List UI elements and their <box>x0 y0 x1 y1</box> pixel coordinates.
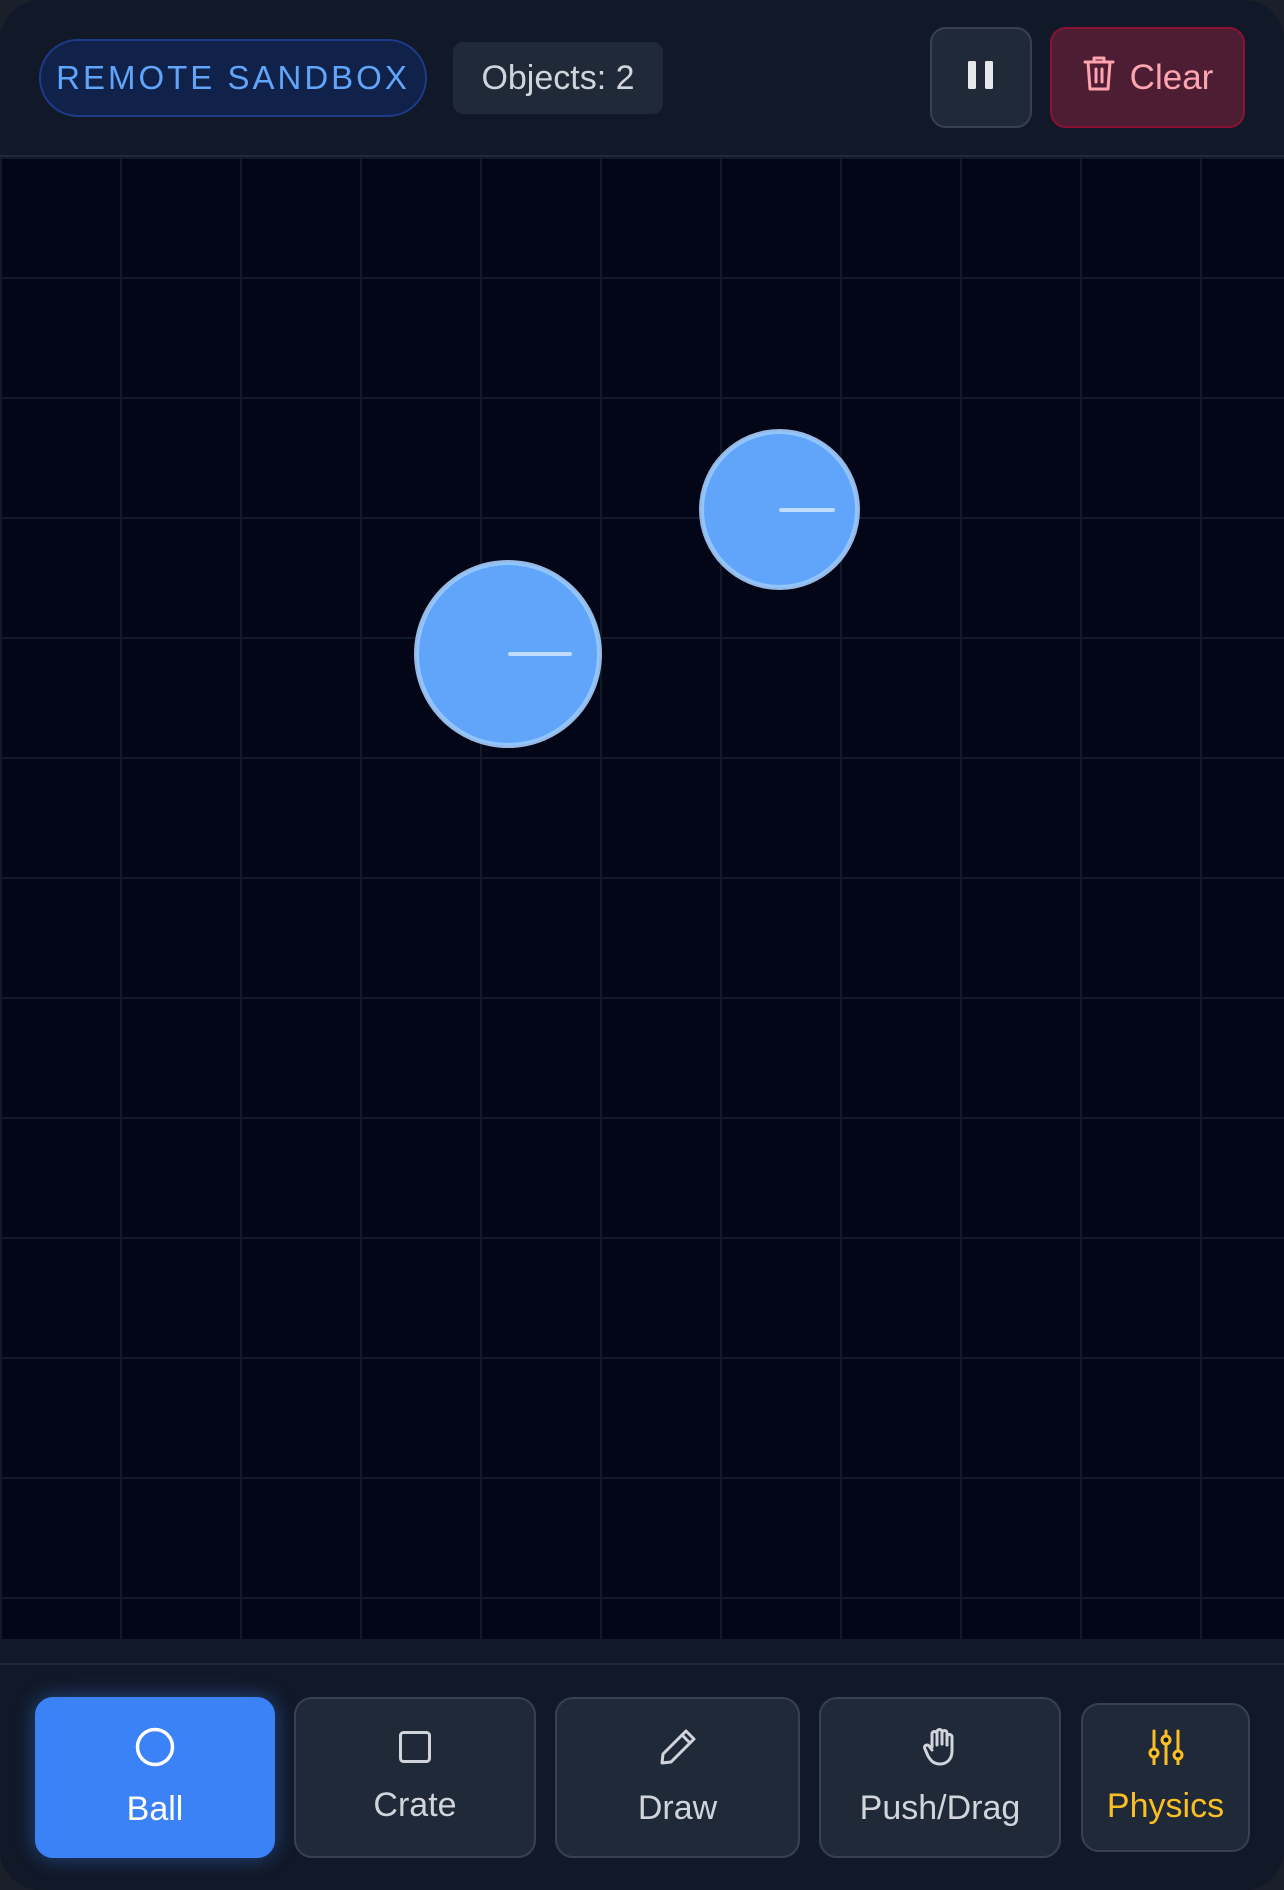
ball-object[interactable] <box>416 562 600 746</box>
pause-icon <box>968 59 994 96</box>
sliders-icon <box>1147 1729 1185 1765</box>
tool-push-drag-label: Push/Drag <box>859 1789 1021 1827</box>
tool-bar: Ball Crate Draw Push/Drag Physics <box>0 1663 1284 1890</box>
hand-icon <box>921 1727 959 1767</box>
pause-button[interactable] <box>930 27 1032 128</box>
clear-button[interactable]: Clear <box>1050 27 1245 128</box>
clear-label: Clear <box>1129 57 1214 97</box>
sandbox-app: REMOTE SANDBOX Objects: 2 Clear Ball Cra… <box>0 0 1284 1890</box>
tool-ball-button[interactable]: Ball <box>35 1697 275 1858</box>
square-icon <box>398 1730 432 1764</box>
trash-icon <box>1082 54 1116 101</box>
physics-canvas[interactable] <box>0 157 1284 1639</box>
tool-ball-label: Ball <box>126 1790 184 1828</box>
top-bar: REMOTE SANDBOX Objects: 2 Clear <box>0 0 1284 157</box>
tool-crate-button[interactable]: Crate <box>294 1697 536 1858</box>
tool-crate-label: Crate <box>373 1786 457 1824</box>
objects-counter: Objects: 2 <box>453 42 663 114</box>
pencil-icon <box>658 1727 698 1767</box>
tool-draw-label: Draw <box>637 1789 718 1827</box>
tool-push-drag-button[interactable]: Push/Drag <box>819 1697 1061 1858</box>
tool-physics-label: Physics <box>1106 1787 1225 1825</box>
tool-draw-button[interactable]: Draw <box>555 1697 800 1858</box>
mode-badge: REMOTE SANDBOX <box>39 39 427 117</box>
ball-object[interactable] <box>701 431 858 588</box>
tool-physics-button[interactable]: Physics <box>1081 1703 1250 1852</box>
circle-icon <box>134 1726 176 1768</box>
canvas-footer-divider <box>0 1639 1284 1663</box>
